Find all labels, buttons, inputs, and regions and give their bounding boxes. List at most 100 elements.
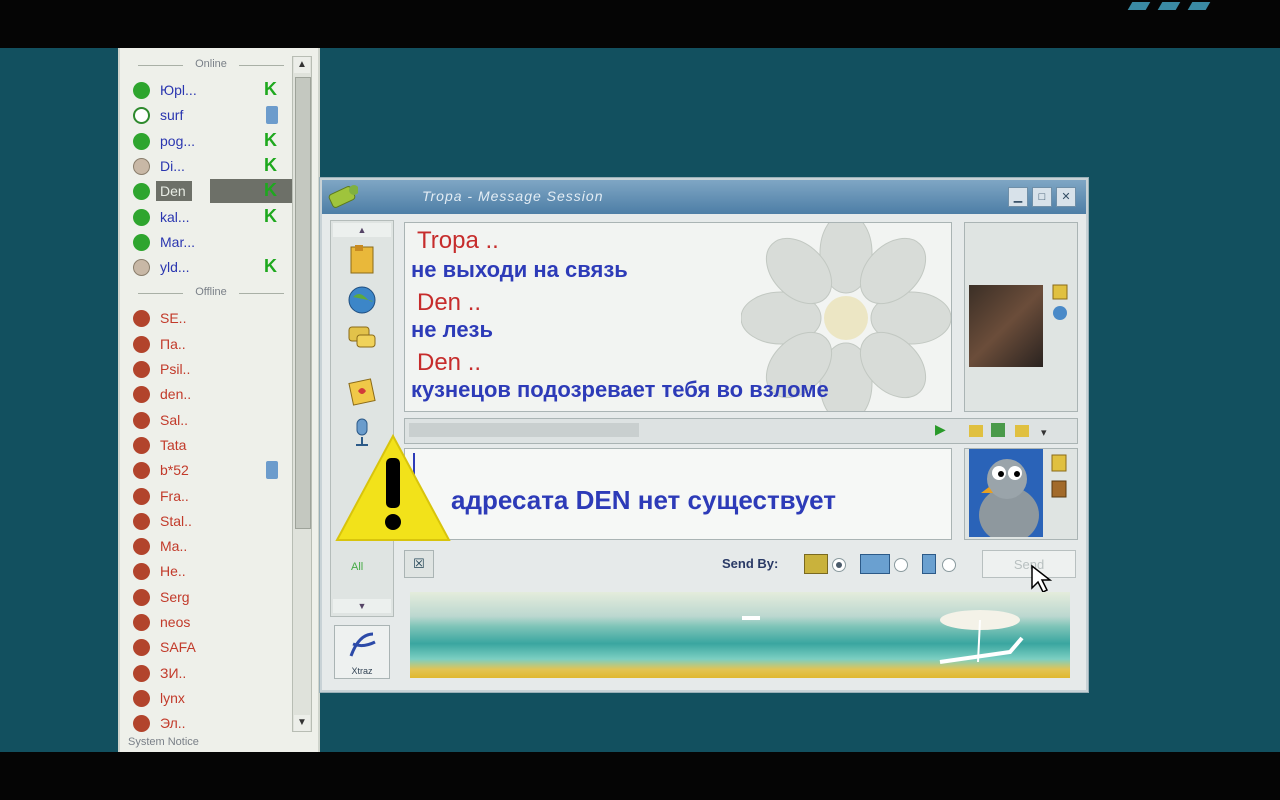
message-sender: Den .. xyxy=(417,349,482,376)
contact-name: pog... xyxy=(160,132,196,149)
minimize-button[interactable]: ▁ xyxy=(1008,187,1028,207)
title-bar[interactable]: Tropa - Message Session ▁ □ ✕ xyxy=(322,180,1086,214)
send-sms-radio[interactable] xyxy=(942,558,956,572)
contact-item[interactable]: Di... K xyxy=(128,154,288,178)
contact-name: ЗИ.. xyxy=(160,664,187,681)
send-button[interactable]: Send xyxy=(982,550,1076,578)
contact-item[interactable]: yld... K xyxy=(128,255,288,279)
window-title: Tropa - Message Session xyxy=(422,188,604,204)
contact-name: lynx xyxy=(160,689,185,706)
send-via-server-icon xyxy=(804,554,828,574)
status-flower-icon xyxy=(133,82,150,99)
message-text: не лезь xyxy=(411,317,494,342)
status-flower-icon xyxy=(133,487,150,505)
contact-list-scrollbar[interactable]: ▲ ▼ xyxy=(292,56,312,732)
contact-name: Mar... xyxy=(160,233,196,250)
contact-name: Psil.. xyxy=(160,361,191,377)
contact-avatar-panel xyxy=(964,222,1078,412)
maximize-button[interactable]: □ xyxy=(1032,187,1052,207)
chat-bubbles-icon[interactable] xyxy=(345,321,379,355)
message-text: не выходи на связь xyxy=(411,257,628,282)
globe-icon[interactable] xyxy=(345,283,379,317)
send-direct-icon xyxy=(860,554,890,574)
send-via-server-radio[interactable] xyxy=(832,558,846,572)
format-tool-icons[interactable]: ▾ xyxy=(967,421,1067,441)
avatar-option-icons[interactable] xyxy=(1049,453,1071,501)
profile-icons[interactable] xyxy=(1051,283,1071,323)
notes-icon[interactable] xyxy=(345,243,379,277)
beach-chair-icon xyxy=(742,610,1024,664)
contact-name: Serg xyxy=(160,588,190,605)
contact-name: b*52 xyxy=(160,462,189,479)
contact-item[interactable]: neos xyxy=(128,610,288,634)
own-avatar-panel xyxy=(964,448,1078,540)
contact-item[interactable]: Па.. xyxy=(128,332,288,356)
contact-item[interactable]: Не.. xyxy=(128,559,288,583)
message-input[interactable]: адресата DEN нет существует xyxy=(404,448,952,540)
contact-list-panel: Online Offline Юрl... Ksurf pog... K Di... K D… xyxy=(118,48,320,752)
status-flower-icon xyxy=(133,563,150,581)
contact-item[interactable]: pog... K xyxy=(128,129,288,153)
system-notice[interactable]: System Notice xyxy=(128,736,199,748)
emoticons-button[interactable]: ☒ xyxy=(404,550,434,578)
contact-name: yld... xyxy=(160,259,190,276)
send-by-label: Send By: xyxy=(722,556,779,571)
status-flower-icon xyxy=(133,132,150,150)
contact-name: Di... xyxy=(160,157,185,174)
scroll-up-button[interactable]: ▲ xyxy=(294,57,310,73)
scroll-down-button[interactable]: ▼ xyxy=(294,715,310,731)
contact-name: Юрl... xyxy=(160,82,197,98)
xtraz-label: Xtraz xyxy=(351,666,373,676)
contact-name: den.. xyxy=(160,386,192,403)
contact-item[interactable]: lynx xyxy=(128,686,288,710)
send-direct-radio[interactable] xyxy=(894,558,908,572)
send-sms-icon xyxy=(922,554,936,574)
status-flower-icon xyxy=(133,715,150,733)
contact-item[interactable]: Mar... xyxy=(128,230,288,254)
mobile-phone-icon xyxy=(266,106,278,125)
contact-item[interactable]: den.. xyxy=(128,382,288,406)
contact-name: Ma.. xyxy=(160,538,188,555)
tools-scroll-down-button[interactable]: ▼ xyxy=(333,599,391,613)
contact-item[interactable]: SAFA xyxy=(128,635,288,659)
message-input-text: адресата DEN нет существует xyxy=(451,485,836,515)
status-flower-icon xyxy=(133,259,150,277)
contact-item[interactable]: Эл.. xyxy=(128,711,288,735)
contact-item[interactable]: SE.. xyxy=(128,306,288,330)
contact-item[interactable]: ЗИ.. xyxy=(128,661,288,685)
contact-item[interactable]: Tata xyxy=(128,433,288,457)
greeting-card-icon[interactable] xyxy=(345,375,379,409)
contact-item[interactable]: Psil.. xyxy=(128,357,288,381)
status-flower-icon xyxy=(133,386,150,404)
contact-name: surf xyxy=(160,107,184,124)
tools-scroll-up-button[interactable]: ▲ xyxy=(333,223,391,237)
contact-item[interactable]: Den K xyxy=(128,179,292,204)
beach-banner[interactable] xyxy=(410,592,1070,678)
contact-item[interactable]: Sal.. xyxy=(128,408,288,432)
contact-item[interactable]: Юрl... K xyxy=(128,78,288,102)
contact-item[interactable]: Ma.. xyxy=(128,534,288,558)
kopete-client-icon: K xyxy=(264,79,277,99)
contact-list: Online Offline Юрl... Ksurf pog... K Di... K D… xyxy=(128,48,294,752)
status-flower-icon xyxy=(133,614,150,631)
contact-name: Sal.. xyxy=(160,411,189,428)
scroll-thumb[interactable] xyxy=(295,77,311,529)
xtraz-button[interactable]: Xtraz xyxy=(334,625,390,679)
contact-item[interactable]: Fra.. xyxy=(128,484,288,508)
status-flower-icon xyxy=(133,436,150,454)
close-button[interactable]: ✕ xyxy=(1056,187,1076,207)
contact-item[interactable]: Serg xyxy=(128,585,288,609)
group-header-offline: Offline xyxy=(128,286,294,300)
status-flower-icon xyxy=(133,512,150,530)
all-label[interactable]: All xyxy=(351,561,363,573)
status-flower-icon xyxy=(133,183,150,201)
letterbox-bottom xyxy=(0,752,1280,800)
contact-item[interactable]: kal... K xyxy=(128,205,288,229)
status-flower-icon xyxy=(133,664,150,682)
contact-item[interactable]: b*52 xyxy=(128,458,288,482)
status-flower-icon xyxy=(133,689,150,707)
play-icon[interactable]: ▶ xyxy=(935,421,946,438)
contact-item[interactable]: Stal.. xyxy=(128,509,288,533)
contact-item[interactable]: surf xyxy=(128,103,288,127)
status-flower-icon xyxy=(133,233,150,251)
